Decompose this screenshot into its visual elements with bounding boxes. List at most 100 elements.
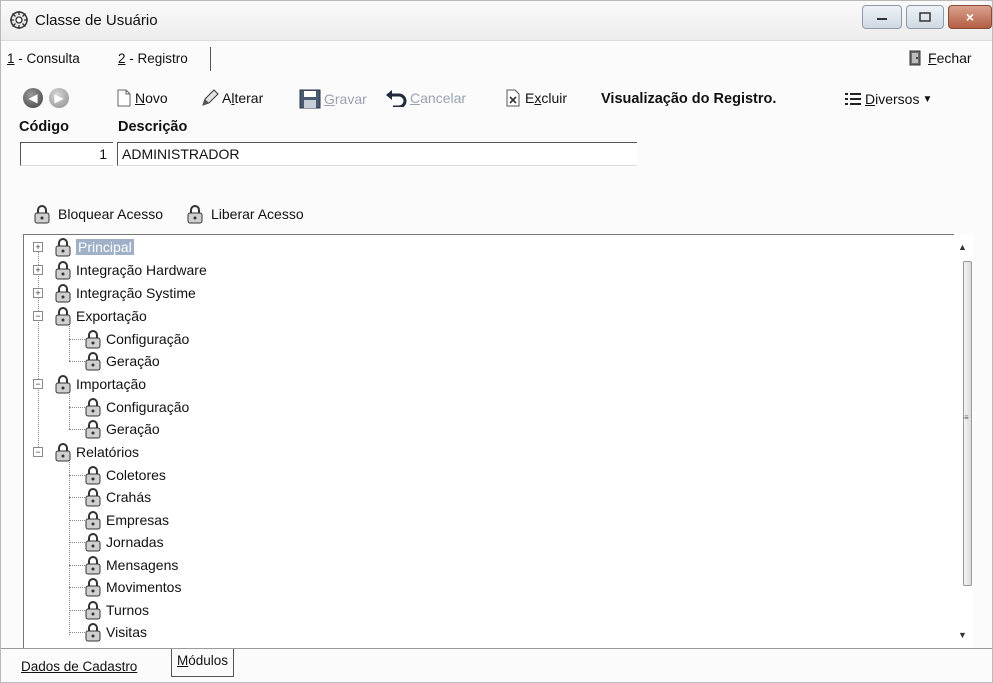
lock-icon [55, 375, 71, 394]
tree-node-importacao[interactable]: Importação [54, 373, 146, 395]
tab-consulta-label: - Consulta [14, 51, 80, 66]
scroll-down-icon[interactable]: ▼ [958, 630, 967, 640]
fechar-key: F [928, 50, 937, 66]
tree-node-exportacao[interactable]: Exportação [54, 305, 147, 327]
fechar-button[interactable]: Fechar [908, 50, 972, 66]
tree-node-crahas[interactable]: Crahás [84, 486, 151, 508]
expand-toggle[interactable]: + [33, 242, 43, 252]
tree-connector [69, 542, 85, 543]
tree-node-importacao-geracao[interactable]: Geração [84, 418, 160, 440]
tab-dados-de-cadastro[interactable]: Dados de Cadastro [21, 659, 137, 674]
dados-key: D [21, 659, 31, 674]
scrollbar-grip-icon: ≡ [964, 413, 969, 422]
tree-node-label: Relatórios [76, 444, 140, 460]
lock-icon [85, 511, 101, 530]
tree-connector [69, 587, 85, 588]
save-icon [299, 89, 321, 109]
tree-connector [69, 520, 85, 521]
cancelar-button[interactable]: Cancelar [385, 89, 466, 107]
tree-node-label: Mensagens [106, 557, 179, 573]
expand-toggle[interactable]: + [33, 288, 43, 298]
door-exit-icon [909, 50, 921, 66]
fechar-label: echar [936, 50, 972, 66]
excluir-button[interactable]: Excluir [504, 89, 567, 107]
tree-node-label: Exportação [76, 308, 147, 324]
lock-icon [85, 352, 101, 371]
tree-node-exportacao-geracao[interactable]: Geração [84, 350, 160, 372]
novo-button[interactable]: Novo [116, 89, 168, 107]
scroll-up-icon[interactable]: ▲ [958, 242, 967, 252]
bloquear-acesso-button[interactable]: Bloquear Acesso [33, 204, 163, 224]
cancelar-key: C [410, 90, 421, 106]
tab-consulta[interactable]: 1 - Consulta [7, 51, 80, 66]
collapse-toggle[interactable]: − [33, 379, 43, 389]
collapse-toggle[interactable]: − [33, 447, 43, 457]
tree-node-principal[interactable]: Principal [54, 236, 134, 258]
liberar-acesso-button[interactable]: Liberar Acesso [186, 204, 304, 224]
tree-node-turnos[interactable]: Turnos [84, 599, 149, 621]
codigo-field[interactable]: 1 [20, 142, 113, 166]
tree-node-label: Importação [76, 376, 147, 392]
tree-node-integracao-hardware[interactable]: Integração Hardware [54, 259, 207, 281]
tree-node-label: Geração [106, 353, 160, 369]
lock-icon [85, 601, 101, 620]
descricao-field[interactable]: ADMINISTRADOR [117, 142, 637, 166]
codigo-label: Código [19, 119, 69, 135]
title-bar: Classe de Usuário × [1, 1, 992, 41]
pencil-icon [202, 89, 219, 106]
tree-connector [69, 460, 70, 635]
window-title: Classe de Usuário [35, 12, 158, 29]
record-view-title: Visualização do Registro. [601, 91, 777, 107]
cancelar-label: ancelar [420, 90, 467, 106]
novo-key: N [135, 90, 146, 106]
collapse-toggle[interactable]: − [33, 311, 43, 321]
minimize-button[interactable] [862, 5, 902, 29]
delete-document-icon [506, 89, 520, 107]
tree-node-importacao-configuracao[interactable]: Configuração [84, 396, 189, 418]
list-icon [845, 93, 861, 105]
lock-icon [85, 420, 101, 439]
modules-tree[interactable]: + Principal + Integração Hardware + Inte… [23, 234, 973, 648]
tree-node-movimentos[interactable]: Movimentos [84, 576, 181, 598]
tree-connector [69, 632, 85, 633]
tree-node-label: Movimentos [106, 579, 182, 595]
tree-node-exportacao-configuracao[interactable]: Configuração [84, 328, 189, 350]
undo-icon [386, 90, 407, 107]
lock-icon [55, 284, 71, 303]
tree-node-relatorios[interactable]: Relatórios [54, 441, 139, 463]
tree-node-label: Principal [76, 239, 134, 255]
tab-modulos[interactable]: Módulos [171, 649, 235, 677]
scrollbar-thumb[interactable] [963, 261, 972, 586]
lock-icon [55, 261, 71, 280]
tree-node-jornadas[interactable]: Jornadas [84, 531, 164, 553]
tab-separator [210, 47, 211, 71]
tree-node-label: Empresas [106, 512, 170, 528]
lock-icon [85, 488, 101, 507]
lock-icon [85, 330, 101, 349]
tree-connector [69, 429, 85, 430]
forward-button[interactable]: ▶ [49, 88, 69, 108]
tab-registro[interactable]: 2 - Registro [118, 51, 188, 66]
back-button[interactable]: ◀ [23, 88, 43, 108]
maximize-button[interactable] [906, 5, 944, 29]
lock-icon [85, 533, 101, 552]
tree-node-empresas[interactable]: Empresas [84, 509, 169, 531]
close-button[interactable]: × [948, 5, 992, 29]
gravar-button[interactable]: Gravar [299, 89, 367, 109]
lock-icon [85, 556, 101, 575]
maximize-icon [919, 12, 931, 22]
gravar-label: ravar [334, 91, 367, 107]
gear-icon [10, 11, 28, 29]
alterar-button[interactable]: Alterar [201, 89, 263, 107]
tree-node-label: Geração [106, 421, 160, 437]
lock-icon [34, 205, 50, 224]
expand-toggle[interactable]: + [33, 265, 43, 275]
gravar-key: G [324, 91, 335, 107]
tree-node-visitas[interactable]: Visitas [84, 621, 147, 643]
tree-node-coletores[interactable]: Coletores [84, 464, 166, 486]
tree-node-mensagens[interactable]: Mensagens [84, 554, 178, 576]
tree-connector [69, 407, 85, 408]
tree-node-integracao-systime[interactable]: Integração Systime [54, 282, 196, 304]
diversos-menu-button[interactable]: Diversos ▼ [844, 91, 932, 107]
arrow-left-icon: ◀ [28, 91, 38, 105]
